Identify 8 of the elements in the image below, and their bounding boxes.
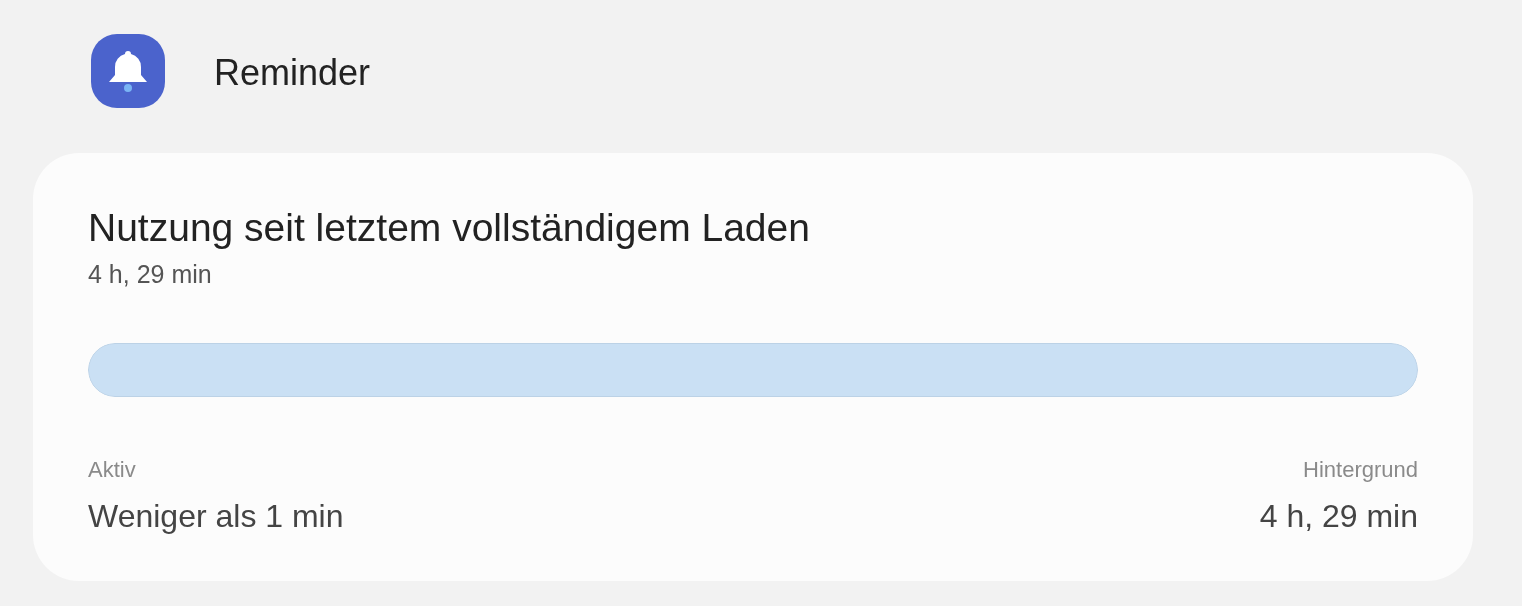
stat-label: Aktiv bbox=[88, 456, 137, 485]
stat-value: 4 h, 29 min bbox=[1259, 497, 1418, 537]
app-name: Reminder bbox=[214, 51, 371, 95]
stat-label: Hintergrund bbox=[1302, 456, 1418, 485]
bell-icon bbox=[90, 33, 166, 109]
total-usage: 4 h, 29 min bbox=[88, 258, 213, 290]
card-title: Nutzung seit letztem vollständigem Laden bbox=[88, 205, 811, 251]
stat-value: Weniger als 1 min bbox=[88, 497, 344, 537]
